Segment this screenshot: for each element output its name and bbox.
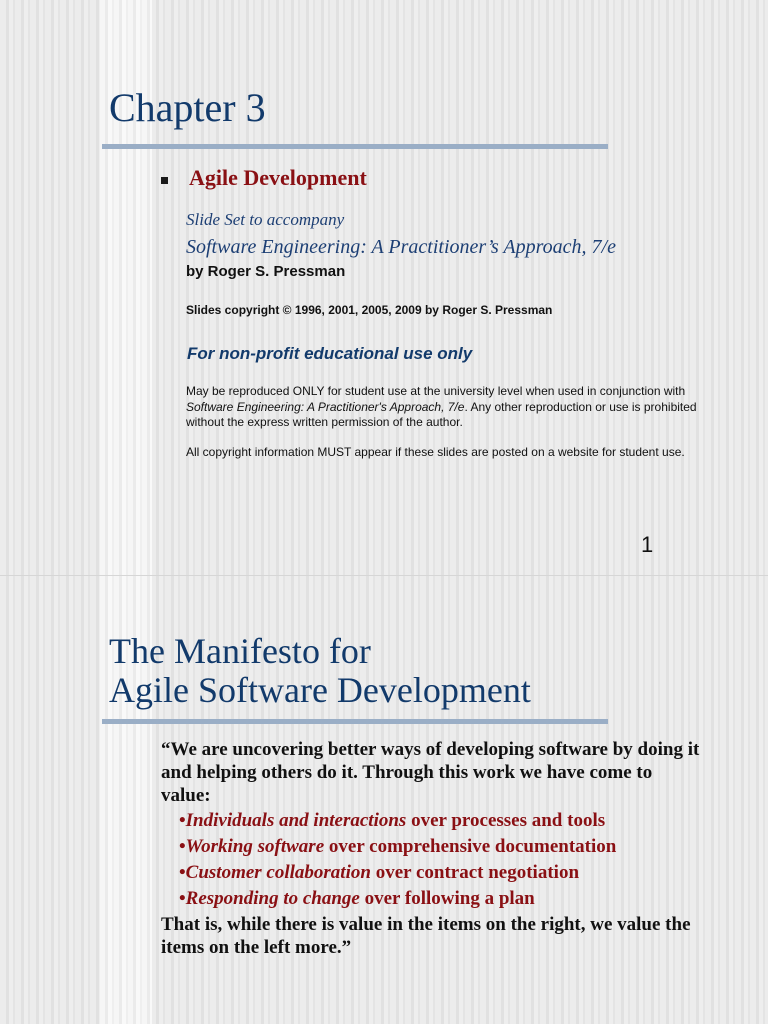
- slide-set-label: Slide Set to accompany: [186, 210, 345, 229]
- book-title: Software Engineering: A Practitioner’s A…: [186, 236, 616, 258]
- value-item: •Customer collaboration over contract ne…: [161, 861, 701, 884]
- manifesto-intro: “We are uncovering better ways of develo…: [161, 739, 700, 806]
- value-left: Customer collaboration: [185, 862, 371, 883]
- posting-notice: All copyright information MUST appear if…: [186, 445, 685, 459]
- reproduction-notice-book: Software Engineering: A Practitioner's A…: [186, 399, 465, 414]
- value-bullet: •: [179, 888, 186, 909]
- slide-title: Chapter 3: [109, 85, 266, 130]
- value-right: over processes and tools: [406, 810, 606, 831]
- section-heading: Agile Development: [189, 165, 367, 190]
- value-item: •Working software over comprehensive doc…: [161, 835, 701, 858]
- title-underline: [102, 719, 608, 724]
- title-underline: [102, 144, 608, 149]
- value-right: over contract negotiation: [370, 862, 580, 883]
- copyright-line: Slides copyright © 1996, 2001, 2005, 200…: [186, 303, 553, 317]
- slide-title-line-1: The Manifesto for: [109, 631, 371, 671]
- slide-title-line-2: Agile Software Development: [109, 669, 531, 710]
- reproduction-notice-start: May be reproduced ONLY for student use a…: [186, 384, 686, 398]
- slide-title: The Manifesto for Agile Software Develop…: [109, 632, 531, 710]
- value-right: over comprehensive documentation: [324, 836, 617, 857]
- value-bullet: •: [179, 810, 186, 831]
- value-item: •Individuals and interactions over proce…: [161, 809, 701, 832]
- manifesto-body: “We are uncovering better ways of develo…: [161, 738, 701, 959]
- nonprofit-notice: For non-profit educational use only: [187, 344, 473, 363]
- value-left: Individuals and interactions: [185, 810, 407, 831]
- value-left: Responding to change: [185, 888, 360, 909]
- reproduction-notice: May be reproduced ONLY for student use a…: [186, 384, 706, 431]
- value-bullet: •: [179, 862, 186, 883]
- slide-1: Chapter 3 Agile Development Slide Set to…: [0, 0, 768, 575]
- manifesto-closing: That is, while there is value in the ite…: [161, 914, 691, 958]
- bullet-square-icon: [161, 177, 168, 184]
- value-left: Working software: [185, 836, 325, 857]
- page-number: 1: [641, 532, 654, 557]
- author-line: by Roger S. Pressman: [186, 263, 346, 280]
- value-right: over following a plan: [359, 888, 535, 909]
- value-bullet: •: [179, 836, 186, 857]
- slide-2: The Manifesto for Agile Software Develop…: [0, 576, 768, 1024]
- value-item: •Responding to change over following a p…: [161, 887, 701, 910]
